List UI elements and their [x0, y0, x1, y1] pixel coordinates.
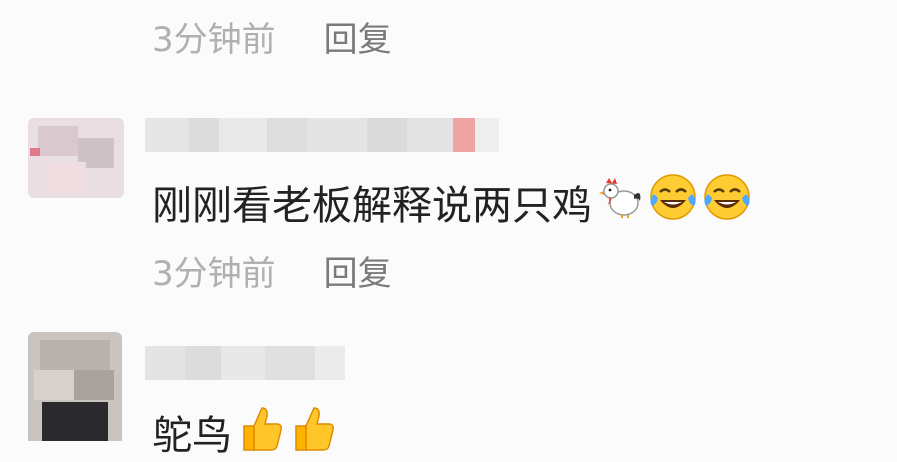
username-blurred[interactable]	[145, 118, 499, 152]
comment-text-row: 刚刚看老板解释说两只鸡	[152, 172, 752, 232]
thumbs-up-icon	[288, 402, 336, 462]
comment-text-row: 鸵鸟	[152, 402, 336, 462]
comment-text: 刚刚看老板解释说两只鸡	[152, 183, 592, 229]
tears-of-joy-icon	[702, 172, 752, 232]
username-blurred[interactable]	[145, 346, 345, 380]
reply-button[interactable]: 回复	[324, 12, 392, 61]
avatar[interactable]	[28, 332, 122, 441]
comment-time: 3分钟前	[152, 20, 276, 60]
comment-text: 鸵鸟	[152, 413, 232, 459]
reply-button[interactable]: 回复	[324, 246, 392, 295]
rooster-icon	[596, 175, 644, 229]
tears-of-joy-icon	[648, 172, 698, 232]
comment-meta: 3分钟前 回复	[152, 246, 392, 295]
avatar[interactable]	[28, 118, 124, 198]
thumbs-up-icon	[236, 402, 284, 462]
comment-meta: 3分钟前 回复	[152, 12, 392, 61]
comment-time: 3分钟前	[152, 254, 276, 294]
